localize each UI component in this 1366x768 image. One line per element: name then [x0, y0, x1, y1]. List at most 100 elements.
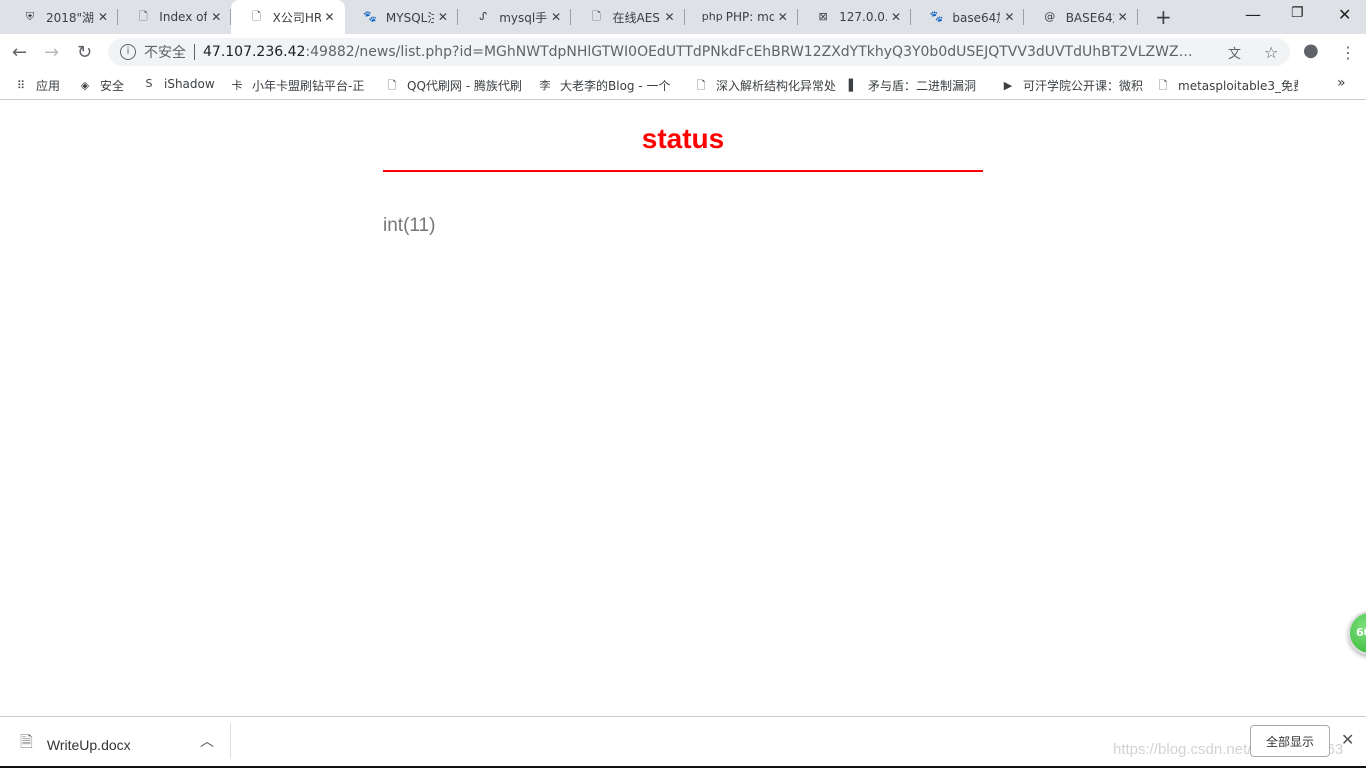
back-button[interactable]: ← — [12, 42, 27, 63]
forward-button[interactable]: → — [44, 42, 59, 63]
bookmark-label: 矛与盾：二进制漏洞 — [868, 79, 977, 93]
menu-icon[interactable]: ⋮ — [1340, 43, 1356, 62]
tab-title: MYSQL注入 — [385, 10, 434, 25]
tab-title: base64加 — [952, 10, 1000, 25]
tab[interactable]: 🗋 在线AES加✕ — [571, 0, 685, 34]
star-icon[interactable]: ☆ — [1264, 43, 1278, 62]
tab[interactable]: ⛨ 2018"湖湘杯 ✕ — [4, 0, 118, 34]
result-value: int(11) — [383, 215, 436, 236]
tab[interactable]: 🗋 X公司HR ✕ — [230, 0, 345, 34]
bookmark-item[interactable]: 李大老李的Blog - 一个 — [538, 77, 671, 94]
address-bar[interactable]: i 不安全 47.107.236.42 :49882/news/list.php… — [108, 38, 1290, 66]
shield-icon: ⛨ — [25, 10, 35, 23]
baidu-icon: 🐾 — [363, 10, 377, 23]
close-tab-icon[interactable]: ✕ — [98, 10, 108, 24]
php-icon: php — [701, 10, 723, 23]
bookmark-label: 深入解析结构化异常处 — [716, 79, 836, 93]
bookmark-item[interactable]: ▌ 矛与盾：二进制漏洞 — [846, 77, 976, 94]
reload-button[interactable]: ↻ — [77, 42, 92, 63]
document-icon: 🗎 — [20, 734, 33, 751]
tab-title: X公司HR — [272, 10, 321, 25]
bookmark-label: 应用 — [36, 79, 61, 93]
restore-button[interactable]: ❐ — [1291, 5, 1304, 21]
close-tab-icon[interactable]: ✕ — [438, 10, 448, 24]
info-icon[interactable]: i — [120, 44, 136, 60]
tab[interactable]: ⊠ 127.0.0.1 ✕ — [797, 0, 912, 34]
apps-icon: ⠿ — [16, 78, 26, 92]
tab-strip: + — ❐ ✕ ⛨2018"湖湘杯✕🗋Index of✕🗋X公司HR✕🐾MYSQ… — [0, 0, 1366, 34]
bookmark-label: 大老李的Blog - 一个 — [560, 79, 671, 93]
tab-title: PHP: md — [725, 10, 774, 24]
page-heading: status — [641, 123, 725, 154]
close-tab-icon[interactable]: ✕ — [211, 10, 221, 24]
tab[interactable]: 🐾 base64加 ✕ — [910, 0, 1025, 34]
bookmark-item[interactable]: SiShadow — [142, 77, 215, 91]
page-icon: 🗋 — [387, 78, 397, 92]
tab-title: mysql手工 — [499, 10, 548, 25]
layers-icon: ◈ — [80, 78, 90, 92]
bookmark-item[interactable]: 🗋 QQ代刷网 - 腾族代刷 — [385, 77, 522, 94]
close-tab-icon[interactable]: ✕ — [1004, 10, 1014, 24]
security-label: 不安全 — [144, 45, 186, 61]
close-icon[interactable]: ✕ — [1341, 730, 1354, 749]
tab[interactable]: php PHP: md ✕ — [684, 0, 798, 34]
download-item[interactable]: 🗎 WriteUp.docx — [20, 731, 131, 758]
bookmark-item[interactable]: 卡小年卡盟刷钻平台-正 — [230, 77, 365, 94]
baidu-icon: 🐾 — [929, 10, 944, 23]
url-host: 47.107.236.42 — [203, 44, 306, 60]
bookmark-item[interactable]: ◈ 安全 — [78, 77, 124, 94]
download-filename: WriteUp.docx — [46, 736, 131, 753]
bookmarks-bar: » ⠿ 应用 ◈ 安全 SiShadow 卡小年卡盟刷钻平台-正 🗋 QQ代刷网 - 腾族代刷… — [0, 70, 1366, 100]
tab-title: 2018"湖湘杯 — [46, 10, 94, 25]
bookmark-item[interactable]: 🗋 深入解析结构化异常处 — [694, 77, 836, 94]
blog-icon: 李 — [539, 78, 551, 92]
bookmark-label: 安全 — [100, 79, 125, 93]
page-icon: 🗋 — [138, 10, 148, 23]
tab[interactable]: ᔑ mysql手工✕ — [457, 0, 572, 34]
hook-icon: ᔑ — [479, 10, 488, 23]
page-icon: 🗋 — [592, 10, 601, 23]
bookmark-label: 可汗学院公开课：微积 — [1023, 79, 1143, 93]
close-tab-icon[interactable]: ✕ — [551, 10, 561, 24]
tab-title: BASE64加 — [1065, 10, 1114, 25]
bookmark-item[interactable]: ⠿ 应用 — [14, 77, 60, 94]
close-tab-icon[interactable]: ✕ — [778, 10, 788, 24]
xampp-icon: ⊠ — [818, 10, 828, 23]
bookmark-label: metasploitable3_免费 — [1178, 79, 1298, 93]
bookmark-label: 小年卡盟刷钻平台-正 — [252, 79, 365, 93]
green-icon: ▌ — [848, 78, 858, 92]
page-icon: 🗋 — [1158, 78, 1168, 92]
close-tab-icon[interactable]: ✕ — [891, 10, 901, 24]
bookmark-label: iShadow — [164, 77, 215, 91]
speed-badge[interactable]: 60 — [1348, 611, 1366, 655]
show-all-button[interactable]: 全部显示 — [1250, 725, 1330, 757]
profile-icon[interactable]: ● — [1303, 40, 1319, 61]
chevron-up-icon[interactable]: ︿ — [200, 731, 214, 751]
translate-icon[interactable]: 文 — [1228, 43, 1241, 62]
close-tab-icon[interactable]: ✕ — [1118, 10, 1128, 24]
download-shelf: 🗎 WriteUp.docx ︿ https://blog.csdn.net/q… — [0, 716, 1366, 766]
ishadow-icon: S — [145, 77, 153, 90]
swirl-icon: @ — [1044, 10, 1056, 23]
bookmark-item[interactable]: ▶ 可汗学院公开课：微积 — [1001, 77, 1143, 94]
new-tab-button[interactable]: + — [1155, 5, 1172, 29]
page-icon: 🗋 — [252, 10, 262, 23]
bookmark-item[interactable]: 🗋 metasploitable3_免费 — [1156, 77, 1298, 94]
minimize-button[interactable]: — — [1245, 5, 1261, 24]
tab-title: 127.0.0.1 — [839, 10, 887, 24]
tab[interactable]: 🗋 Index of ✕ — [117, 0, 232, 34]
more-bookmarks-icon[interactable]: » — [1337, 75, 1346, 91]
tab[interactable]: 🐾 MYSQL注入 ✕ — [344, 0, 458, 34]
bookmark-label: QQ代刷网 - 腾族代刷 — [407, 79, 522, 93]
divider — [230, 723, 231, 759]
page-icon: 🗋 — [696, 78, 706, 92]
close-tab-icon[interactable]: ✕ — [664, 10, 674, 24]
play-icon: ▶ — [1003, 78, 1013, 92]
tab-title: Index of — [159, 10, 208, 24]
close-tab-icon[interactable]: ✕ — [325, 10, 335, 24]
page-content: status int(11) 60 — [0, 101, 1366, 716]
url-path: :49882/news/list.php?id=MGhNWTdpNHlGTWI0… — [305, 44, 1206, 60]
tab[interactable]: @ BASE64加 ✕ — [1024, 0, 1138, 34]
heading-underline — [383, 170, 983, 172]
close-window-button[interactable]: ✕ — [1338, 5, 1351, 24]
